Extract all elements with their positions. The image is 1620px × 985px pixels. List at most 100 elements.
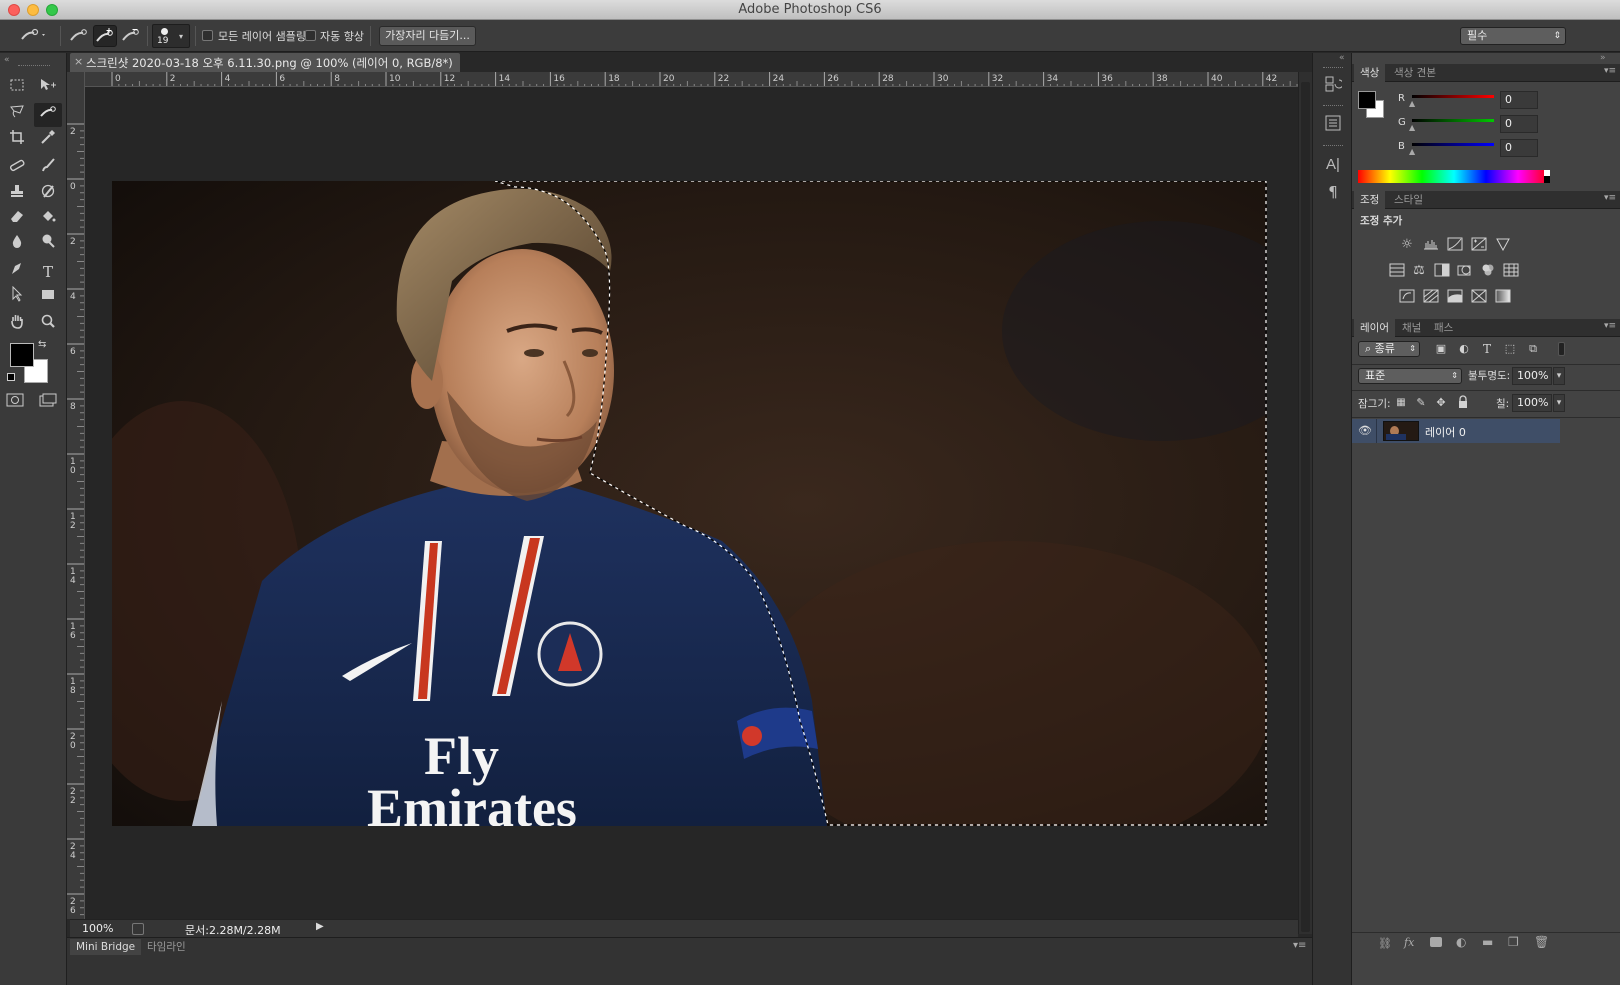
horizontal-ruler[interactable]: 0 2 4 6 8 10 12 14 16 18 20 22 24 26 28 30 32 34 36 38 40 42 bbox=[85, 72, 1298, 87]
delete-layer-trash-icon[interactable]: 🗑 bbox=[1534, 935, 1549, 949]
g-slider[interactable] bbox=[1412, 119, 1494, 122]
gradient-map-icon[interactable] bbox=[1494, 289, 1512, 305]
filter-adjustment-layers-icon[interactable]: ◐ bbox=[1455, 341, 1473, 357]
filter-type-layers-icon[interactable]: T bbox=[1478, 341, 1496, 357]
quick-mask-button[interactable] bbox=[1, 391, 29, 415]
tab-timeline[interactable]: 타임라인 bbox=[143, 939, 190, 955]
vertical-scrollbar[interactable] bbox=[1298, 72, 1312, 934]
type-tool[interactable]: T bbox=[34, 260, 62, 284]
filter-smart-objects-icon[interactable]: ⧉ bbox=[1524, 341, 1542, 357]
adjustments-panel-menu-icon[interactable]: ▾≡ bbox=[1604, 193, 1616, 203]
refine-edge-button[interactable]: 가장자리 다듬기... bbox=[379, 26, 476, 46]
quick-selection-tool[interactable] bbox=[34, 103, 62, 127]
layer-row[interactable]: 👁 레이어 0 bbox=[1352, 419, 1560, 443]
color-panel-foreground[interactable] bbox=[1358, 91, 1376, 109]
threshold-icon[interactable] bbox=[1446, 289, 1464, 305]
opacity-input[interactable]: 100% bbox=[1512, 367, 1552, 385]
layer-style-fx-icon[interactable]: fx bbox=[1404, 936, 1414, 949]
tab-channels[interactable]: 채널 bbox=[1396, 319, 1427, 337]
add-to-selection-mode-button[interactable] bbox=[93, 25, 117, 47]
character-panel-button[interactable]: A| bbox=[1321, 154, 1345, 176]
tab-layers[interactable]: 레이어 bbox=[1354, 319, 1395, 337]
g-slider-handle-icon[interactable]: ▲ bbox=[1409, 123, 1415, 132]
opacity-chevron-icon[interactable]: ▾ bbox=[1553, 367, 1565, 385]
brightness-contrast-icon[interactable]: ☼ bbox=[1398, 237, 1416, 253]
b-value[interactable]: 0 bbox=[1500, 139, 1538, 157]
add-mask-icon[interactable] bbox=[1430, 937, 1442, 947]
new-group-folder-icon[interactable]: ▬ bbox=[1482, 935, 1493, 949]
paragraph-panel-button[interactable]: ¶ bbox=[1321, 181, 1345, 203]
new-selection-mode-button[interactable] bbox=[67, 25, 91, 47]
r-slider-handle-icon[interactable]: ▲ bbox=[1409, 99, 1415, 108]
layer-visibility-eye-icon[interactable]: 👁 bbox=[1358, 424, 1372, 437]
zoom-tool[interactable] bbox=[34, 313, 62, 337]
new-layer-icon[interactable]: ❐ bbox=[1508, 935, 1519, 949]
black-white-icon[interactable] bbox=[1433, 263, 1451, 279]
paint-bucket-tool[interactable] bbox=[34, 208, 62, 232]
channel-mixer-icon[interactable] bbox=[1479, 263, 1497, 279]
panel-menu-icon[interactable]: ▾≡ bbox=[1293, 940, 1306, 951]
lock-all-icon[interactable] bbox=[1454, 395, 1472, 411]
tab-paths[interactable]: 패스 bbox=[1428, 319, 1459, 337]
tab-color[interactable]: 색상 bbox=[1354, 64, 1386, 82]
auto-enhance-checkbox[interactable] bbox=[305, 30, 316, 41]
layer-name[interactable]: 레이어 0 bbox=[1425, 424, 1466, 440]
clone-stamp-tool[interactable] bbox=[3, 183, 31, 207]
filter-shape-layers-icon[interactable]: ⬚ bbox=[1501, 341, 1519, 357]
levels-icon[interactable] bbox=[1422, 237, 1440, 253]
swap-colors-icon[interactable]: ⇆ bbox=[38, 339, 46, 350]
close-document-icon[interactable]: × bbox=[74, 55, 83, 68]
hand-tool[interactable] bbox=[3, 313, 31, 337]
filter-toggle-switch[interactable] bbox=[1558, 342, 1565, 356]
hue-saturation-icon[interactable] bbox=[1388, 263, 1406, 279]
scrollbar-track[interactable] bbox=[1301, 82, 1310, 932]
curves-icon[interactable] bbox=[1446, 237, 1464, 253]
b-slider-handle-icon[interactable]: ▲ bbox=[1409, 147, 1415, 156]
crop-tool[interactable] bbox=[3, 129, 31, 153]
blur-tool[interactable] bbox=[3, 233, 31, 257]
new-adjustment-layer-icon[interactable]: ◐ bbox=[1456, 935, 1466, 949]
rectangular-marquee-tool[interactable] bbox=[3, 77, 31, 101]
path-selection-tool[interactable] bbox=[3, 285, 31, 310]
exposure-icon[interactable] bbox=[1470, 237, 1488, 253]
workspace-select[interactable]: 필수 ⇕ bbox=[1460, 27, 1566, 45]
tab-mini-bridge[interactable]: Mini Bridge bbox=[70, 939, 142, 955]
invert-icon[interactable] bbox=[1398, 289, 1416, 305]
photo-filter-icon[interactable] bbox=[1456, 263, 1474, 279]
fill-chevron-icon[interactable]: ▾ bbox=[1553, 394, 1565, 412]
collapse-right-panels-icon[interactable]: » bbox=[1600, 53, 1606, 63]
dodge-tool[interactable] bbox=[34, 233, 62, 257]
lock-image-pixels-icon[interactable]: ✎ bbox=[1412, 395, 1430, 411]
tab-swatches[interactable]: 색상 견본 bbox=[1388, 64, 1442, 82]
selective-color-icon[interactable] bbox=[1470, 289, 1488, 305]
expand-panels-icon[interactable]: « bbox=[1339, 53, 1345, 63]
spectrum-black-swatch[interactable] bbox=[1544, 176, 1550, 183]
status-info-icon[interactable] bbox=[132, 923, 144, 935]
history-brush-tool[interactable] bbox=[34, 183, 62, 207]
zoom-level[interactable]: 100% bbox=[82, 922, 113, 935]
fill-input[interactable]: 100% bbox=[1512, 394, 1552, 412]
vertical-ruler[interactable]: 202468101214161820222426 bbox=[67, 72, 85, 919]
r-slider[interactable] bbox=[1412, 95, 1494, 98]
g-value[interactable]: 0 bbox=[1500, 115, 1538, 133]
layers-panel-menu-icon[interactable]: ▾≡ bbox=[1604, 321, 1616, 331]
tab-adjustments[interactable]: 조정 bbox=[1354, 191, 1386, 209]
color-panel-menu-icon[interactable]: ▾≡ bbox=[1604, 66, 1616, 76]
brush-picker[interactable]: 19 ▾ bbox=[152, 24, 190, 48]
layer-filter-select[interactable]: ⌕ 종류 ⇕ bbox=[1358, 341, 1420, 357]
collapse-arrows-icon[interactable]: « bbox=[4, 55, 10, 65]
rectangle-tool[interactable] bbox=[34, 286, 62, 310]
color-spectrum-ramp[interactable] bbox=[1358, 170, 1550, 183]
status-menu-arrow-icon[interactable]: ▶ bbox=[316, 921, 324, 932]
tab-styles[interactable]: 스타일 bbox=[1388, 191, 1429, 209]
b-slider[interactable] bbox=[1412, 143, 1494, 146]
filter-pixel-layers-icon[interactable]: ▣ bbox=[1432, 341, 1450, 357]
spot-healing-tool[interactable] bbox=[3, 157, 31, 181]
lasso-tool[interactable] bbox=[3, 103, 31, 127]
r-value[interactable]: 0 bbox=[1500, 91, 1538, 109]
eraser-tool[interactable] bbox=[3, 208, 31, 232]
color-lookup-icon[interactable] bbox=[1502, 263, 1520, 279]
screen-mode-button[interactable] bbox=[34, 391, 62, 415]
subtract-from-selection-mode-button[interactable] bbox=[119, 25, 143, 47]
color-balance-icon[interactable]: ⚖ bbox=[1410, 263, 1428, 279]
